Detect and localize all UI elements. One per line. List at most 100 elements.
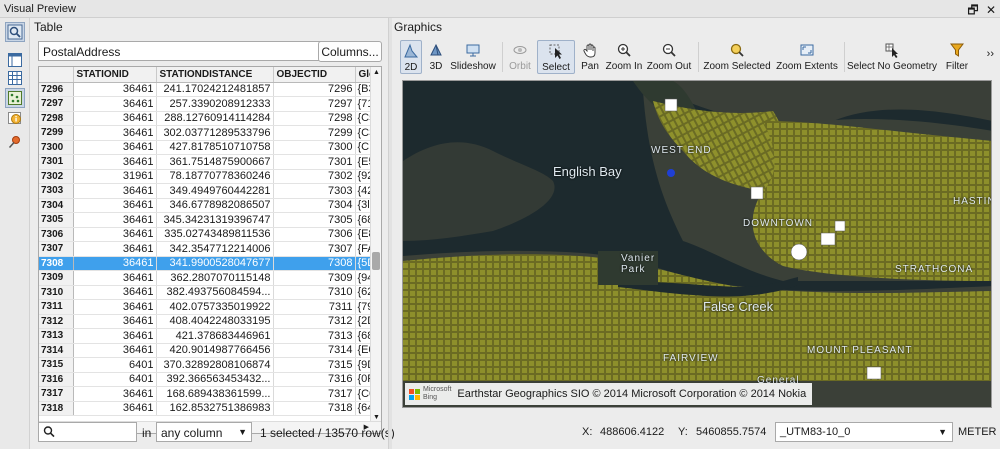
row-number-cell[interactable]: 7297 (39, 96, 74, 112)
row-number-cell[interactable]: 7304 (39, 198, 74, 213)
globalid-cell[interactable]: {C5 (355, 111, 372, 126)
map-view[interactable]: English Bay WEST END DOWNTOWN HASTING Va… (402, 80, 992, 408)
objectid-cell[interactable]: 7312 (273, 314, 356, 329)
objectid-cell[interactable]: 7303 (273, 183, 356, 199)
table-row[interactable]: 730536461345.342313193967477305{68 (39, 212, 372, 228)
stationid-cell[interactable]: 31961 (73, 169, 157, 184)
globalid-cell[interactable]: {C3 (355, 125, 372, 141)
stationdistance-cell[interactable]: 408.4042248033195 (156, 314, 274, 329)
objectid-cell[interactable]: 7305 (273, 212, 356, 228)
stationdistance-cell[interactable]: 302.03771289533796 (156, 125, 274, 141)
stationid-cell[interactable]: 36461 (73, 401, 157, 416)
stationid-cell[interactable]: 36461 (73, 285, 157, 300)
graphics-tool-button[interactable] (5, 88, 25, 108)
projection-dropdown[interactable]: _UTM83-10_0 ▼ (775, 422, 953, 442)
stationid-cell[interactable]: 36461 (73, 82, 157, 97)
stationdistance-cell[interactable]: 420.9014987766456 (156, 343, 274, 358)
table-row[interactable]: 731236461408.40422480331957312{2D (39, 314, 372, 329)
stationid-cell[interactable]: 36461 (73, 125, 157, 141)
globalid-cell[interactable]: {64 (355, 401, 372, 416)
stationdistance-cell[interactable]: 349.4949760442281 (156, 183, 274, 199)
globalid-cell[interactable]: {FA (355, 241, 372, 257)
stationid-cell[interactable]: 36461 (73, 96, 157, 112)
row-number-cell[interactable]: 7306 (39, 227, 74, 242)
stationid-cell[interactable]: 6401 (73, 357, 157, 373)
stationid-cell[interactable]: 36461 (73, 154, 157, 170)
globalid-cell[interactable]: {68 (355, 212, 372, 228)
objectid-cell[interactable]: 7308 (273, 256, 356, 271)
objectid-cell[interactable]: 7307 (273, 241, 356, 257)
search-column-dropdown[interactable]: any column ▼ (156, 422, 252, 442)
scroll-up-icon[interactable]: ▲ (373, 69, 380, 76)
globalid-cell[interactable]: {94 (355, 270, 372, 286)
globalid-cell[interactable]: {5D (355, 256, 372, 271)
objectid-cell[interactable]: 7300 (273, 140, 356, 155)
table-row[interactable]: 7304 36461 346.6778982086507 7304 {3l (39, 198, 372, 213)
column-header-rownum[interactable] (39, 67, 74, 83)
globalid-cell[interactable]: {0F (355, 372, 372, 387)
3d-button[interactable]: 3D (426, 40, 446, 74)
objectid-cell[interactable]: 7296 (273, 82, 356, 97)
table-row[interactable]: 729936461302.037712895337967299{C3 (39, 125, 372, 141)
slideshow-button[interactable]: Slideshow (450, 40, 496, 74)
stationdistance-cell[interactable]: 257.3390208912333 (156, 96, 274, 112)
row-number-cell[interactable]: 7300 (39, 140, 74, 155)
stationdistance-cell[interactable]: 421.378683446961 (156, 328, 274, 344)
stationid-cell[interactable]: 36461 (73, 386, 157, 402)
globalid-cell[interactable]: {68 (355, 328, 372, 344)
globalid-cell[interactable]: {42 (355, 183, 372, 199)
objectid-cell[interactable]: 7301 (273, 154, 356, 170)
table-search-box[interactable] (38, 422, 137, 442)
stationdistance-cell[interactable]: 162.8532751386983 (156, 401, 274, 416)
filter-button[interactable]: Filter (946, 40, 968, 74)
table-search-input[interactable] (57, 424, 135, 440)
objectid-cell[interactable]: 7316 (273, 372, 356, 387)
stationid-cell[interactable]: 36461 (73, 227, 157, 242)
row-number-cell[interactable]: 7296 (39, 82, 74, 97)
table-row[interactable]: 73023196178.187707783602467302{92 (39, 169, 372, 184)
objectid-cell[interactable]: 7309 (273, 270, 356, 286)
globalid-cell[interactable]: {B3 (355, 82, 372, 97)
table-row[interactable]: 731036461382.493756084594...7310{62 (39, 285, 372, 300)
table-row[interactable]: 729636461241.170242124818577296{B3 (39, 82, 372, 97)
table-row[interactable]: 730936461362.28070701151487309{94 (39, 270, 372, 286)
table-tool-button[interactable] (5, 68, 25, 88)
table-row[interactable]: 730736461342.35477122140067307{FA (39, 241, 372, 257)
scroll-down-icon[interactable]: ▼ (373, 414, 380, 421)
objectid-cell[interactable]: 7315 (273, 357, 356, 373)
stationdistance-cell[interactable]: 392.366563453432... (156, 372, 274, 387)
stationid-cell[interactable]: 36461 (73, 270, 157, 286)
pan-button[interactable]: Pan (579, 40, 601, 74)
zoom-out-button[interactable]: Zoom Out (647, 40, 691, 74)
info-tool-button[interactable] (5, 108, 25, 128)
globalid-cell[interactable]: {3l (355, 198, 372, 213)
layout-tool-button[interactable] (5, 50, 25, 70)
select-button[interactable]: Select (537, 40, 575, 74)
table-row[interactable]: 729836461288.127609141142847298{C5 (39, 111, 372, 126)
toolbar-overflow-icon[interactable]: ›› (987, 48, 994, 60)
globalid-cell[interactable]: {CI (355, 140, 372, 155)
table-row[interactable]: 73166401392.366563453432...7316{0F (39, 372, 372, 387)
stationid-cell[interactable]: 36461 (73, 299, 157, 315)
globalid-cell[interactable]: {C0 (355, 386, 372, 402)
table-row[interactable]: 731136461402.07573350199227311{79 (39, 299, 372, 315)
row-number-cell[interactable]: 7312 (39, 314, 74, 329)
stationid-cell[interactable]: 36461 (73, 328, 157, 344)
stationid-cell[interactable]: 36461 (73, 256, 157, 271)
row-number-cell[interactable]: 7310 (39, 285, 74, 300)
objectid-cell[interactable]: 7317 (273, 386, 356, 402)
stationid-cell[interactable]: 36461 (73, 343, 157, 358)
row-number-cell[interactable]: 7316 (39, 372, 74, 387)
row-number-cell[interactable]: 7301 (39, 154, 74, 170)
row-number-cell[interactable]: 7314 (39, 343, 74, 358)
stationdistance-cell[interactable]: 382.493756084594... (156, 285, 274, 300)
row-number-cell[interactable]: 7305 (39, 212, 74, 228)
pin-tool-button[interactable] (5, 132, 25, 152)
table-vertical-scrollbar[interactable]: ▲ ▼ (370, 67, 381, 423)
row-number-cell[interactable]: 7317 (39, 386, 74, 402)
globalid-cell[interactable]: {E0 (355, 343, 372, 358)
objectid-cell[interactable]: 7310 (273, 285, 356, 300)
stationdistance-cell[interactable]: 168.689438361599... (156, 386, 274, 402)
row-number-cell[interactable]: 7298 (39, 111, 74, 126)
stationdistance-cell[interactable]: 342.3547712214006 (156, 241, 274, 257)
